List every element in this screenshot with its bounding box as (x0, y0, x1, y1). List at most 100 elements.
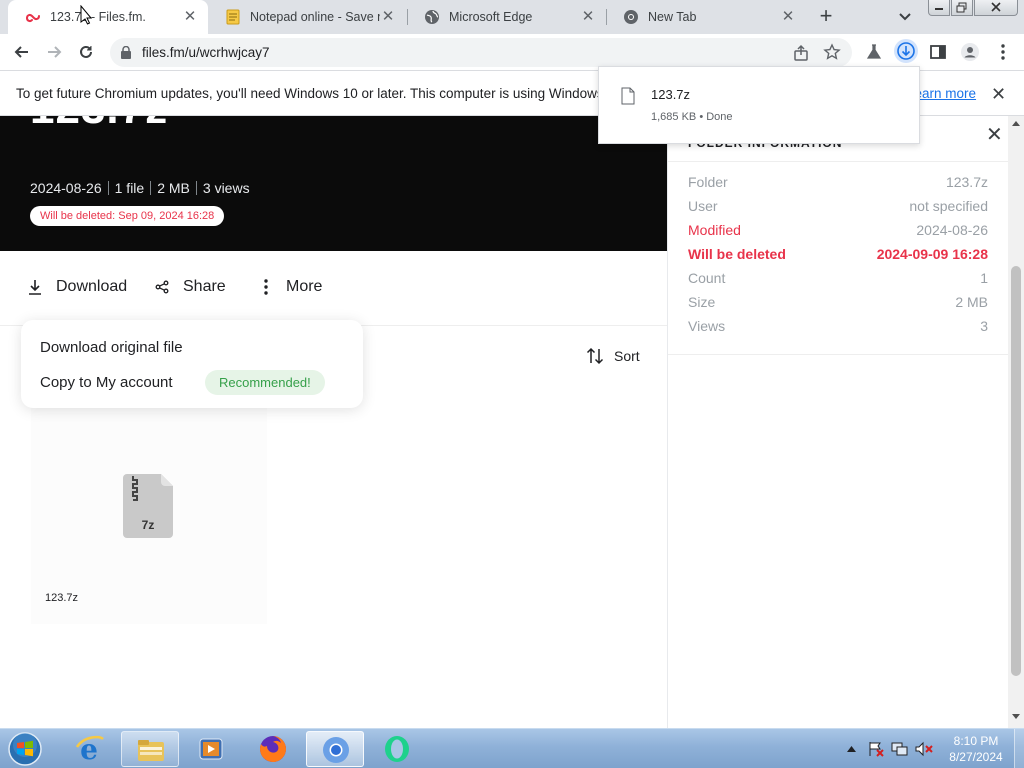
info-label: User (688, 198, 718, 214)
info-value: 1 (980, 270, 988, 286)
sort-button[interactable]: Sort (586, 347, 640, 365)
close-tab-icon[interactable]: ✕ (580, 9, 596, 25)
sort-arrows-icon (586, 347, 604, 365)
file-tile[interactable]: 7z 123.7z (31, 408, 267, 624)
minimize-button[interactable] (928, 0, 950, 16)
tab-title: 123.7z - Files.fm. (50, 10, 146, 24)
downloads-button[interactable] (894, 39, 918, 63)
opera-icon (385, 736, 409, 762)
close-tab-icon[interactable]: ✕ (380, 9, 396, 25)
more-button[interactable]: More (260, 278, 322, 296)
divider (107, 181, 109, 195)
chevron-down-icon[interactable] (895, 7, 915, 27)
tab-microsoft-edge[interactable]: Microsoft Edge ✕ (407, 0, 606, 34)
show-hidden-icons-icon[interactable] (847, 745, 856, 753)
info-value: 2024-09-09 16:28 (876, 246, 988, 262)
info-row-modified: Modified 2024-08-26 (688, 222, 988, 242)
show-desktop-button[interactable] (1014, 729, 1024, 768)
download-dropdown-menu: Download original file Copy to My accoun… (21, 320, 363, 408)
info-row-user: User not specified (688, 198, 988, 218)
page-title: 123.7z (30, 116, 168, 134)
address-url[interactable]: files.fm/u/wcrhwjcay7 (142, 45, 270, 60)
bookmark-star-icon[interactable] (823, 43, 841, 61)
tab-notepad[interactable]: Notepad online - Save notes ✕ (208, 0, 406, 34)
address-bar[interactable]: files.fm/u/wcrhwjcay7 (110, 38, 852, 67)
archive-file-icon: 7z (123, 474, 173, 538)
taskbar-opera[interactable] (368, 731, 426, 767)
folder-meta: 2024-08-26 1 file 2 MB 3 views (30, 180, 250, 196)
file-document-icon (621, 87, 635, 105)
lock-icon[interactable] (120, 46, 132, 59)
page-scrollbar[interactable] (1008, 116, 1024, 728)
back-arrow-icon[interactable] (12, 42, 32, 62)
delete-notice-badge: Will be deleted: Sep 09, 2024 16:28 (30, 206, 225, 226)
side-panel-icon[interactable] (928, 42, 948, 62)
more-label: More (286, 278, 323, 295)
network-icon[interactable] (891, 741, 909, 757)
taskbar-file-explorer[interactable] (121, 731, 179, 767)
meta-date: 2024-08-26 (30, 180, 102, 196)
scroll-up-arrow-icon[interactable] (1012, 120, 1020, 126)
close-window-button[interactable] (974, 0, 1018, 16)
chrome-icon (624, 10, 638, 24)
restore-icon (956, 2, 967, 13)
new-tab-plus-icon[interactable]: + (814, 5, 838, 29)
meta-file-count: 1 file (114, 180, 145, 196)
volume-muted-icon[interactable] (915, 741, 933, 757)
scroll-down-arrow-icon[interactable] (1012, 714, 1020, 720)
info-row-folder: Folder 123.7z (688, 174, 988, 194)
download-button[interactable]: Download (28, 278, 127, 296)
taskbar-chromium[interactable] (306, 731, 364, 767)
close-tab-icon[interactable]: ✕ (780, 9, 796, 25)
start-orb-icon[interactable] (6, 731, 44, 767)
tab-title: Microsoft Edge (449, 10, 533, 24)
media-player-icon (199, 738, 223, 760)
info-label: Size (688, 294, 716, 310)
panel-close-icon[interactable]: ✕ (986, 122, 1003, 147)
download-label: Download (56, 278, 128, 295)
share-icon (155, 280, 169, 294)
mouse-cursor-icon (80, 5, 92, 25)
info-row-views: Views 3 (688, 318, 988, 338)
more-menu-icon[interactable] (993, 42, 1013, 62)
info-value: not specified (909, 198, 988, 214)
info-row-will-be-deleted: Will be deleted 2024-09-09 16:28 (688, 246, 988, 266)
taskbar-media-player[interactable] (182, 731, 240, 767)
copy-to-my-account-item[interactable]: Copy to My account (40, 374, 173, 391)
download-filename[interactable]: 123.7z (651, 87, 690, 102)
restore-button[interactable] (951, 0, 973, 16)
taskbar-firefox[interactable] (244, 731, 302, 767)
profile-avatar-icon[interactable] (960, 42, 980, 62)
downloads-bubble: 123.7z 1,685 KB • Done (598, 66, 920, 144)
firefox-icon (260, 736, 286, 762)
forward-arrow-icon[interactable] (44, 42, 64, 62)
close-tab-icon[interactable]: ✕ (182, 9, 198, 25)
chromium-icon (323, 737, 349, 763)
info-label: Modified (688, 222, 741, 238)
action-bar: Download Share More (0, 251, 667, 326)
infobar-close-icon[interactable]: ✕ (991, 84, 1006, 105)
system-tray: 8:10 PM 8/27/2024 (843, 729, 1024, 768)
download-status: 1,685 KB • Done (651, 111, 733, 123)
meta-size: 2 MB (157, 180, 190, 196)
taskbar-internet-explorer[interactable]: e (60, 731, 118, 767)
info-value: 3 (980, 318, 988, 334)
vertical-dots-icon (264, 279, 268, 295)
action-center-flag-icon[interactable] (867, 741, 885, 757)
share-button[interactable]: Share (155, 278, 226, 296)
tab-title: Notepad online - Save notes (250, 10, 380, 24)
file-name[interactable]: 123.7z (45, 592, 78, 604)
share-page-icon[interactable] (792, 44, 810, 62)
scrollbar-thumb[interactable] (1011, 266, 1021, 676)
tab-files-fm[interactable]: 123.7z - Files.fm. ✕ (8, 0, 208, 34)
download-original-file-item[interactable]: Download original file (40, 339, 183, 356)
share-label: Share (183, 278, 226, 295)
labs-flask-icon[interactable] (864, 42, 884, 62)
infobar-message: To get future Chromium updates, you'll n… (16, 86, 619, 101)
reload-icon[interactable] (76, 42, 96, 62)
taskbar-clock[interactable]: 8:10 PM 8/27/2024 (945, 733, 1007, 765)
tab-new-tab[interactable]: New Tab ✕ (606, 0, 806, 34)
divider (150, 181, 152, 195)
files-fm-icon (26, 13, 40, 23)
folder-info-panel: FOLDER INFORMATION ✕ Folder 123.7z User … (667, 116, 1009, 728)
